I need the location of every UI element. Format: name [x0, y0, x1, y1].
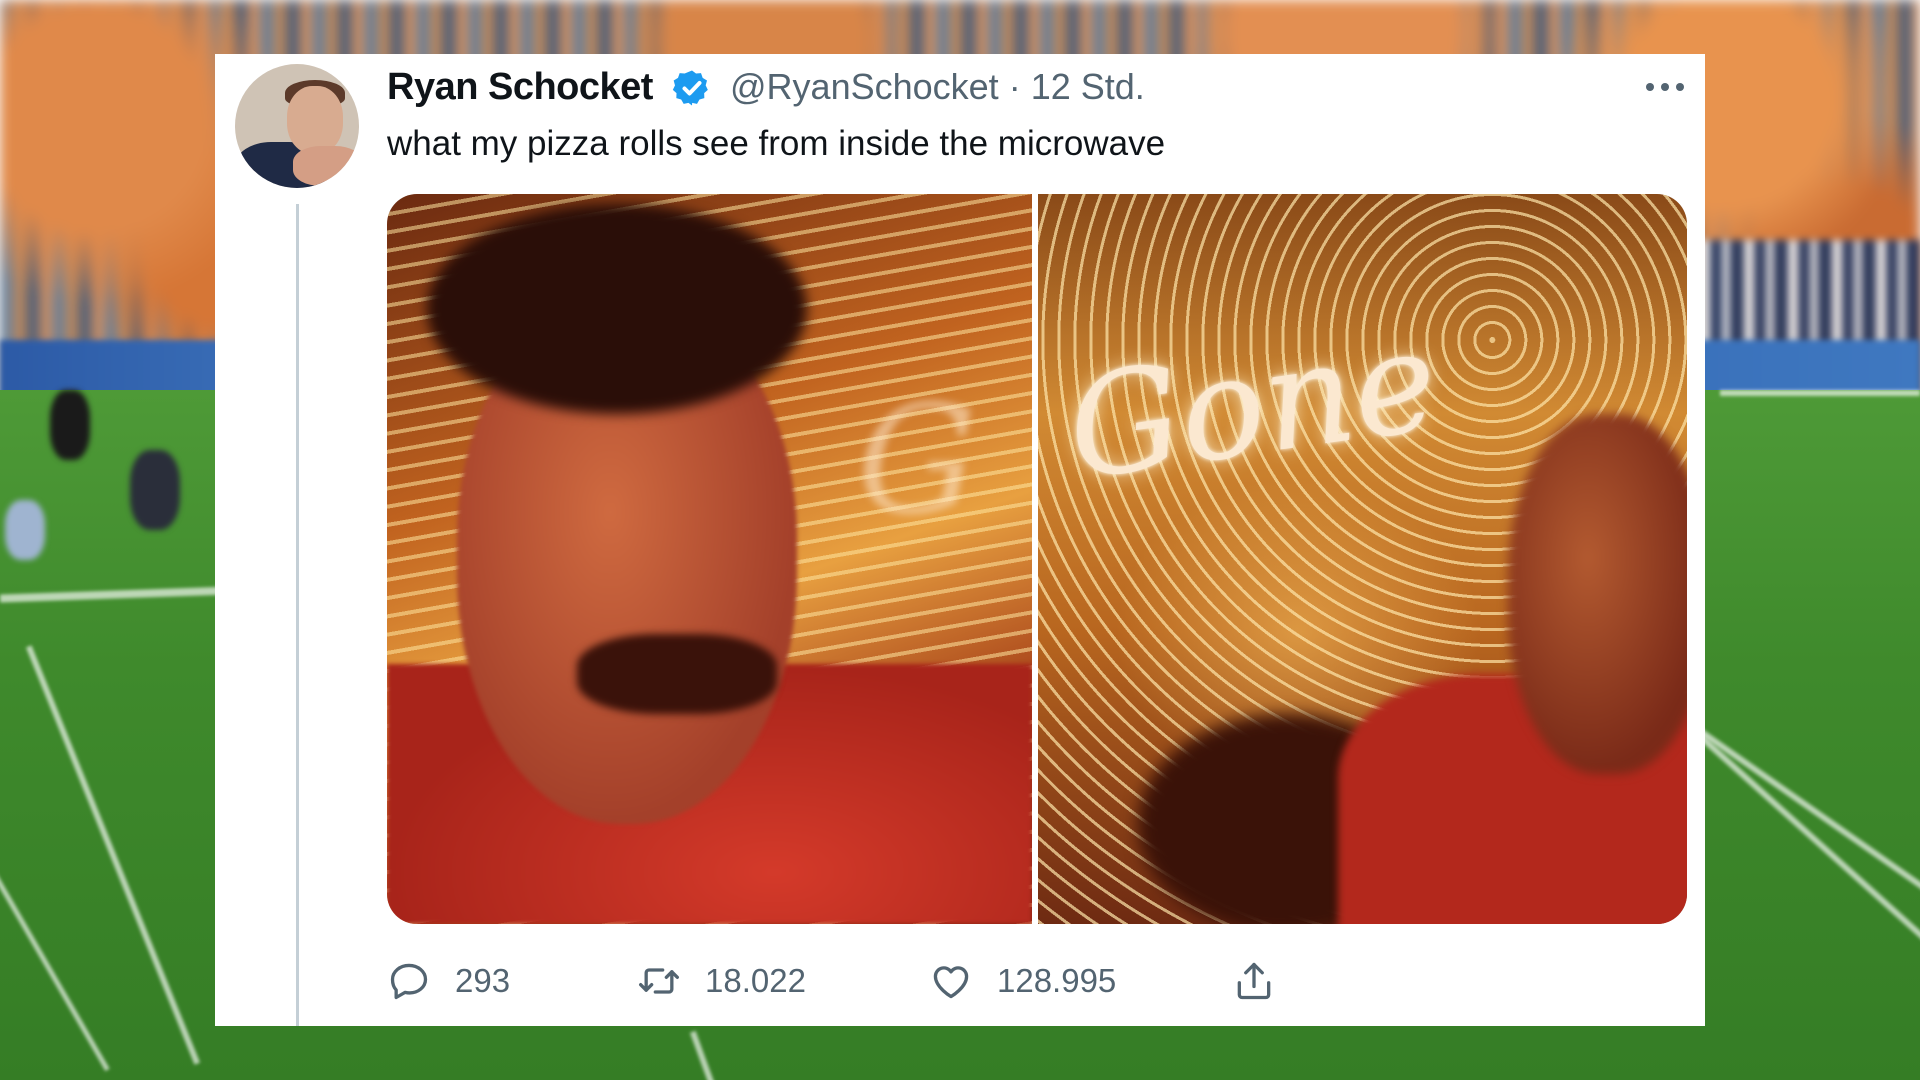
hair [427, 204, 807, 414]
moustache [577, 634, 777, 714]
avatar[interactable] [235, 64, 359, 188]
tweet-card[interactable]: Ryan Schocket @RyanSchocket · 12 Std. wh… [215, 54, 1705, 1026]
like-button[interactable]: 128.995 [929, 956, 1116, 1006]
retweet-icon [639, 968, 679, 994]
handle[interactable]: @RyanSchocket [730, 66, 999, 107]
media-image-right[interactable]: Gone [1038, 194, 1687, 924]
tweet-actions: 293 18.022 128.995 [387, 956, 1687, 1006]
face [1508, 414, 1687, 774]
share-button[interactable] [1232, 956, 1276, 1006]
share-icon [1237, 962, 1271, 1000]
reply-count: 293 [455, 962, 511, 999]
tweet-text: what my pizza rolls see from inside the … [387, 124, 1166, 163]
retweet-button[interactable]: 18.022 [637, 956, 806, 1006]
retweet-count: 18.022 [705, 962, 806, 999]
more-icon[interactable] [1642, 74, 1688, 100]
thread-line [296, 204, 299, 1026]
tweet-media[interactable]: G Gone [387, 194, 1687, 924]
media-image-left[interactable]: G [387, 194, 1032, 924]
like-icon [933, 966, 969, 999]
image-sign-blurred: G [857, 374, 977, 548]
image-sign-text: Gone [1058, 299, 1447, 512]
like-count: 128.995 [997, 962, 1117, 999]
verified-badge-icon [672, 70, 708, 106]
reply-button[interactable]: 293 [387, 956, 510, 1006]
tweet-meta: @RyanSchocket · 12 Std. [730, 66, 1145, 108]
timestamp[interactable]: 12 Std. [1031, 66, 1145, 107]
reply-icon [390, 963, 428, 1000]
display-name[interactable]: Ryan Schocket [387, 66, 653, 109]
separator: · [1008, 66, 1021, 107]
